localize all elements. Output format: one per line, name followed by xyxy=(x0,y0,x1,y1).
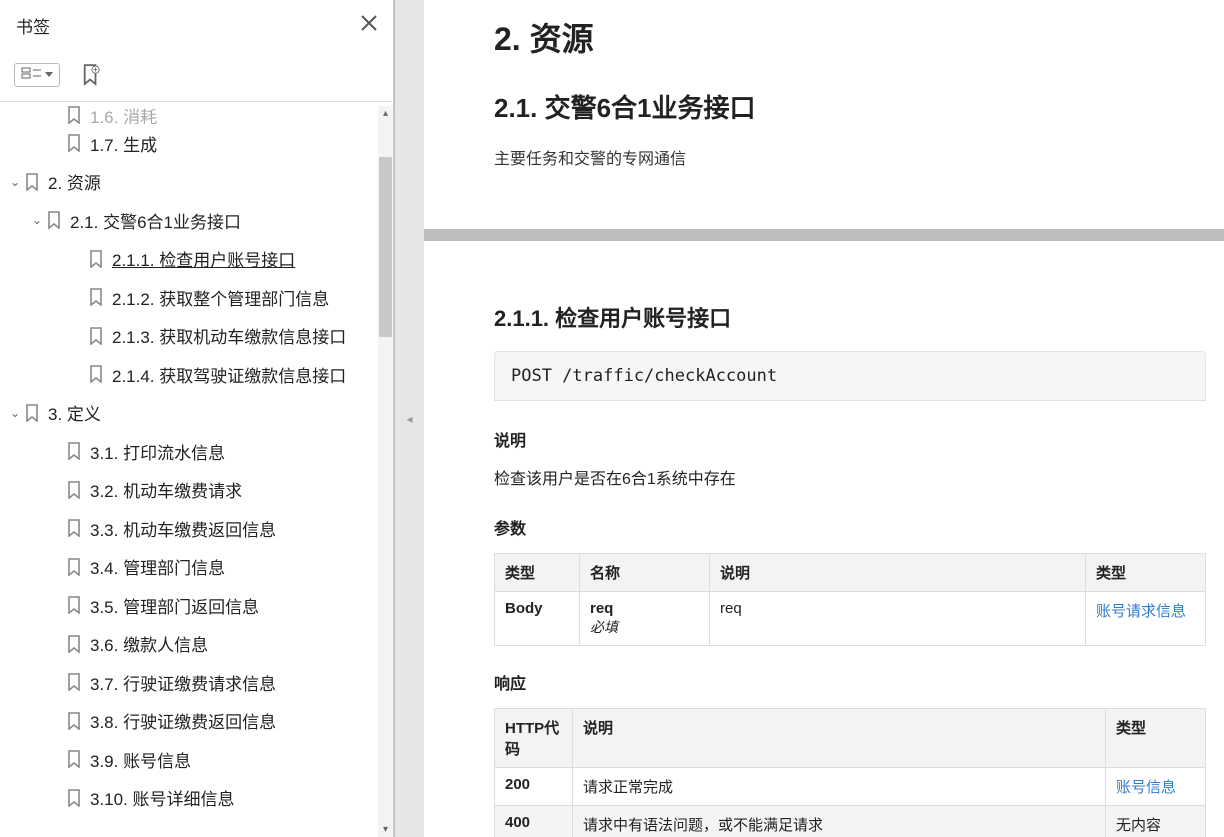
bookmark-label: 2.1. 交警6合1业务接口 xyxy=(70,208,241,233)
bookmark-label: 3.2. 机动车缴费请求 xyxy=(90,477,242,502)
endpoint-code: POST /traffic/checkAccount xyxy=(494,351,1206,401)
bookmark-label: 3. 定义 xyxy=(48,400,101,425)
chevron-down-icon[interactable]: ⌄ xyxy=(6,406,24,420)
bookmark-item[interactable]: ·2.1.4. 获取驾驶证缴款信息接口 xyxy=(0,355,393,394)
table-row: 400请求中有语法问题，或不能满足请求无内容 xyxy=(495,806,1206,837)
bookmark-icon xyxy=(66,712,82,730)
bookmark-item[interactable]: ·1.6. 消耗 xyxy=(0,106,393,124)
bookmark-icon xyxy=(66,789,82,807)
bookmark-item[interactable]: ⌄ 2.1. 交警6合1业务接口 xyxy=(0,201,393,240)
collapse-handle-icon[interactable]: ◂ xyxy=(406,412,412,426)
close-icon[interactable] xyxy=(359,13,379,38)
pane-divider[interactable]: ◂ xyxy=(394,0,424,837)
bookmark-icon xyxy=(66,750,82,768)
bookmark-label: 3.1. 打印流水信息 xyxy=(90,439,225,464)
bookmark-item[interactable]: ·3.3. 机动车缴费返回信息 xyxy=(0,509,393,548)
document-pane: 2. 资源 2.1. 交警6合1业务接口 主要任务和交警的专网通信 2.1.1.… xyxy=(424,0,1224,837)
section-description: 主要任务和交警的专网通信 xyxy=(494,145,1206,169)
chevron-down-icon[interactable]: ⌄ xyxy=(6,175,24,189)
bookmark-icon xyxy=(88,327,104,345)
sidebar-toolbar xyxy=(0,50,393,102)
bookmark-label: 2.1.2. 获取整个管理部门信息 xyxy=(112,285,329,310)
bookmark-item[interactable]: ·3.5. 管理部门返回信息 xyxy=(0,586,393,625)
sidebar-header: 书签 xyxy=(0,0,393,50)
bookmark-item[interactable]: ·3.8. 行驶证缴费返回信息 xyxy=(0,702,393,741)
bookmark-item[interactable]: ·2.1.3. 获取机动车缴款信息接口 xyxy=(0,317,393,356)
heading-2: 2.1. 交警6合1业务接口 xyxy=(494,88,1206,125)
param-th-4: 类型 xyxy=(1086,554,1206,592)
bookmark-label: 3.3. 机动车缴费返回信息 xyxy=(90,516,276,541)
param-th-2: 名称 xyxy=(580,554,710,592)
bookmark-icon xyxy=(66,558,82,576)
outline-view-button[interactable] xyxy=(14,63,60,87)
explain-text: 检查该用户是否在6合1系统中存在 xyxy=(494,465,1206,489)
bookmark-icon xyxy=(66,519,82,537)
param-table: 类型 名称 说明 类型 Body req必填 req 账号请求信息 xyxy=(494,553,1206,646)
bookmark-icon xyxy=(88,288,104,306)
bookmark-icon xyxy=(88,250,104,268)
param-label: 参数 xyxy=(494,515,1206,539)
heading-3: 2.1.1. 检查用户账号接口 xyxy=(494,301,1206,333)
page-separator xyxy=(424,229,1224,241)
bookmark-icon xyxy=(66,635,82,653)
resp-label: 响应 xyxy=(494,670,1206,694)
scroll-up-icon[interactable]: ▴ xyxy=(383,106,388,121)
bookmark-item[interactable]: ·2.1.1. 检查用户账号接口 xyxy=(0,240,393,279)
bookmark-item[interactable]: ·3.1. 打印流水信息 xyxy=(0,432,393,471)
bookmark-label: 3.7. 行驶证缴费请求信息 xyxy=(90,670,276,695)
bookmark-label: 2.1.3. 获取机动车缴款信息接口 xyxy=(112,323,346,348)
bookmark-tree: ·1.6. 消耗·1.7. 生成 ⌄ 2. 资源 ⌄ 2.1. 交警6合1业务接口 ·2.… xyxy=(0,102,393,837)
bookmark-label: 2.1.1. 检查用户账号接口 xyxy=(112,246,295,271)
bookmark-item[interactable]: ·3.9. 账号信息 xyxy=(0,740,393,779)
bookmark-icon xyxy=(66,673,82,691)
bookmark-label: 3.5. 管理部门返回信息 xyxy=(90,593,259,618)
param-th-1: 类型 xyxy=(495,554,580,592)
bookmark-label: 3.6. 缴款人信息 xyxy=(90,631,208,656)
bookmark-icon xyxy=(66,596,82,614)
bookmark-tool-icon[interactable] xyxy=(82,66,100,84)
bookmark-label: 3.9. 账号信息 xyxy=(90,747,191,772)
resp-th-2: 说明 xyxy=(573,709,1106,768)
bookmark-item[interactable]: ·3.10. 账号详细信息 xyxy=(0,779,393,818)
resp-table: HTTP代码 说明 类型 200请求正常完成账号信息400请求中有语法问题，或不… xyxy=(494,708,1206,837)
bookmark-label: 3.4. 管理部门信息 xyxy=(90,554,225,579)
bookmark-item[interactable]: ·1.7. 生成 xyxy=(0,124,393,163)
bookmark-icon xyxy=(66,481,82,499)
bookmark-label: 1.6. 消耗 xyxy=(90,106,157,124)
heading-1: 2. 资源 xyxy=(494,14,1206,60)
bookmark-label: 2.1.4. 获取驾驶证缴款信息接口 xyxy=(112,362,346,387)
table-row: Body req必填 req 账号请求信息 xyxy=(495,592,1206,646)
tree-scrollbar[interactable]: ▴ ▾ xyxy=(378,106,393,837)
bookmark-label: 2. 资源 xyxy=(48,169,101,194)
param-th-3: 说明 xyxy=(710,554,1086,592)
type-link[interactable]: 账号请求信息 xyxy=(1096,603,1186,620)
bookmark-item[interactable]: ·3.6. 缴款人信息 xyxy=(0,625,393,664)
bookmark-icon xyxy=(24,404,40,422)
bookmarks-sidebar: 书签 ·1.6. 消耗·1.7. 生成 ⌄ 2. 资源 ⌄ 2.1. 交警6合1业务接口… xyxy=(0,0,394,837)
explain-label: 说明 xyxy=(494,427,1206,451)
bookmark-item[interactable]: ·2.1.2. 获取整个管理部门信息 xyxy=(0,278,393,317)
bookmark-item[interactable]: ·3.7. 行驶证缴费请求信息 xyxy=(0,663,393,702)
bookmark-icon xyxy=(24,173,40,191)
table-row: 200请求正常完成账号信息 xyxy=(495,768,1206,806)
scroll-thumb[interactable] xyxy=(379,157,392,337)
resp-th-1: HTTP代码 xyxy=(495,709,573,768)
bookmark-label: 3.10. 账号详细信息 xyxy=(90,785,235,810)
type-link[interactable]: 账号信息 xyxy=(1116,779,1176,796)
chevron-down-icon[interactable]: ⌄ xyxy=(28,213,46,227)
bookmark-icon xyxy=(66,134,82,152)
bookmark-item[interactable]: ⌄ 3. 定义 xyxy=(0,394,393,433)
scroll-down-icon[interactable]: ▾ xyxy=(383,822,388,837)
sidebar-title: 书签 xyxy=(16,13,50,38)
bookmark-item[interactable]: ⌄ 2. 资源 xyxy=(0,163,393,202)
bookmark-icon xyxy=(66,106,82,124)
resp-th-3: 类型 xyxy=(1106,709,1206,768)
bookmark-item[interactable]: ·3.4. 管理部门信息 xyxy=(0,548,393,587)
bookmark-item[interactable]: ·3.2. 机动车缴费请求 xyxy=(0,471,393,510)
bookmark-icon xyxy=(66,442,82,460)
bookmark-label: 1.7. 生成 xyxy=(90,131,157,156)
bookmark-icon xyxy=(88,365,104,383)
bookmark-label: 3.8. 行驶证缴费返回信息 xyxy=(90,708,276,733)
bookmark-icon xyxy=(46,211,62,229)
